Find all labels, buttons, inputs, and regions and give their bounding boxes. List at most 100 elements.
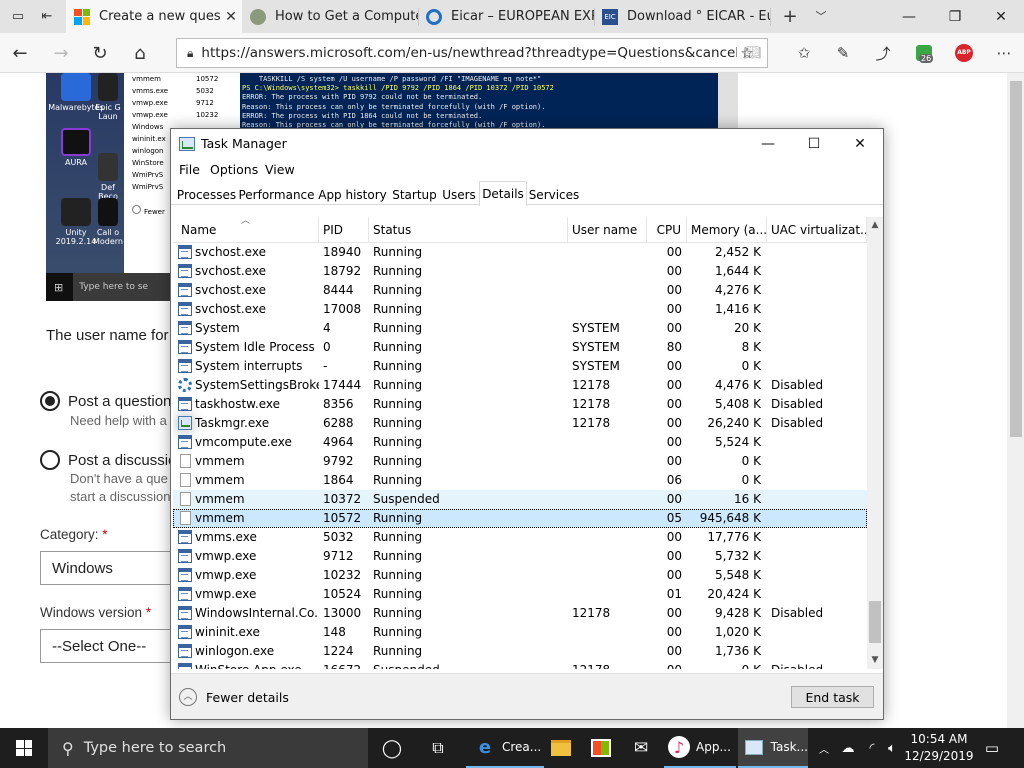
- table-row[interactable]: vmmem 1864 Running 06 0 K: [173, 471, 867, 490]
- restore-tabs-icon[interactable]: ⇤: [38, 7, 56, 25]
- col-name[interactable]: Name: [173, 217, 319, 243]
- tab-app-history[interactable]: App history: [315, 183, 390, 205]
- tab-startup[interactable]: Startup: [390, 183, 439, 205]
- table-row[interactable]: taskhostw.exe 8356 Running 12178 00 5,408 K Di…: [173, 395, 867, 414]
- favorite-star-icon[interactable]: ☆: [736, 42, 758, 64]
- cortana-icon[interactable]: ◯: [370, 728, 414, 768]
- onedrive-icon[interactable]: ☁: [838, 728, 858, 768]
- store-icon[interactable]: [586, 728, 616, 768]
- tab-create-question[interactable]: Create a new questi ✕: [66, 0, 242, 33]
- table-row[interactable]: wininit.exe 148 Running 00 1,020 K: [173, 623, 867, 642]
- table-row[interactable]: svchost.exe 18940 Running 00 2,452 K: [173, 243, 867, 262]
- tab-how-to-get-computer[interactable]: How to Get a Compute: [242, 0, 418, 33]
- scroll-down-icon[interactable]: ▼: [867, 652, 883, 669]
- table-row[interactable]: svchost.exe 8444 Running 00 4,276 K: [173, 281, 867, 300]
- col-memory[interactable]: Memory (a...: [687, 217, 767, 243]
- more-options-icon[interactable]: ⋯: [993, 42, 1015, 64]
- table-row[interactable]: vmmem 10572 Running 05 945,648 K: [173, 509, 867, 528]
- table-row[interactable]: WindowsInternal.Co... 13000 Running 12178 00…: [173, 604, 867, 623]
- taskbar-clock[interactable]: 10:54 AM 12/29/2019: [900, 731, 978, 765]
- back-icon[interactable]: ←: [8, 41, 32, 65]
- tab-users[interactable]: Users: [439, 183, 479, 205]
- table-row[interactable]: vmwp.exe 10524 Running 01 20,424 K: [173, 585, 867, 604]
- col-user-name[interactable]: User name: [568, 217, 647, 243]
- col-pid[interactable]: PID: [319, 217, 369, 243]
- shield-extension-icon[interactable]: 26: [913, 42, 935, 64]
- table-row[interactable]: svchost.exe 17008 Running 00 1,416 K: [173, 300, 867, 319]
- table-row[interactable]: Taskmgr.exe 6288 Running 12178 00 26,240 K Dis…: [173, 414, 867, 433]
- forward-icon[interactable]: →: [49, 41, 73, 65]
- table-row[interactable]: vmwp.exe 10232 Running 00 5,548 K: [173, 566, 867, 585]
- table-row[interactable]: SystemSettingsBroke... 17444 Running 12178 0…: [173, 376, 867, 395]
- taskbar-app-edge[interactable]: e Crea...: [466, 728, 544, 768]
- cell-name: vmms.exe: [195, 530, 257, 544]
- table-row[interactable]: winlogon.exe 1224 Running 00 1,736 K: [173, 642, 867, 661]
- menu-file[interactable]: File: [179, 162, 200, 177]
- table-row[interactable]: vmcompute.exe 4964 Running 00 5,524 K: [173, 433, 867, 452]
- refresh-icon[interactable]: ↻: [88, 41, 112, 65]
- process-list-scroll-thumb[interactable]: [869, 601, 881, 643]
- table-row[interactable]: System Idle Process 0 Running SYSTEM 80 8 K: [173, 338, 867, 357]
- col-status[interactable]: Status: [369, 217, 568, 243]
- tab-processes[interactable]: Processes: [175, 183, 238, 205]
- set-aside-tabs-icon[interactable]: ▭: [9, 7, 27, 25]
- tm-maximize-icon[interactable]: ☐: [791, 129, 837, 159]
- tm-minimize-icon[interactable]: —: [745, 129, 791, 159]
- cell-name: System Idle Process: [195, 340, 315, 354]
- process-list-scrollbar[interactable]: ▲ ▼: [867, 217, 883, 669]
- start-button[interactable]: [0, 728, 48, 768]
- tab-eicar[interactable]: Eicar – EUROPEAN EXPE: [418, 0, 594, 33]
- table-row[interactable]: WinStore.App.exe 16672 Suspended 1217800 0 K…: [173, 661, 867, 669]
- cell-name: vmwp.exe: [195, 587, 257, 601]
- page-scroll-thumb[interactable]: [1010, 81, 1022, 437]
- taskbar-app-task-manager[interactable]: Task...: [738, 728, 808, 768]
- menu-options[interactable]: Options: [210, 162, 258, 177]
- show-hidden-icons-icon[interactable]: ︿: [814, 728, 834, 768]
- post-discussion-radio[interactable]: [40, 450, 60, 470]
- tab-performance[interactable]: Performance: [238, 183, 315, 205]
- close-window-icon[interactable]: ✕: [978, 0, 1024, 33]
- col-cpu[interactable]: CPU: [647, 217, 687, 243]
- adblock-icon[interactable]: ABP: [953, 42, 975, 64]
- tab-details[interactable]: Details: [479, 181, 527, 206]
- file-explorer-icon[interactable]: [546, 728, 576, 768]
- col-uac[interactable]: UAC virtualizat...: [767, 217, 867, 243]
- pen-icon[interactable]: ✎: [832, 42, 854, 64]
- tab-preview-chevron-icon[interactable]: ﹀: [812, 7, 830, 25]
- task-view-icon[interactable]: ⧉: [416, 728, 460, 768]
- wifi-icon[interactable]: ◜: [862, 728, 882, 768]
- favorites-hub-icon[interactable]: ✩: [793, 42, 815, 64]
- page-scrollbar[interactable]: [1007, 73, 1024, 728]
- table-row[interactable]: vmwp.exe 9712 Running 00 5,732 K: [173, 547, 867, 566]
- maximize-icon[interactable]: ❐: [932, 0, 978, 33]
- cell-pid: 5032: [323, 530, 354, 544]
- fewer-details-button[interactable]: ︿ Fewer details: [179, 688, 289, 706]
- mail-icon[interactable]: ✉: [626, 728, 656, 768]
- taskbar-app-music[interactable]: ♪ App...: [664, 728, 736, 768]
- end-task-button[interactable]: End task: [791, 686, 874, 708]
- action-center-icon[interactable]: ▭: [980, 728, 1004, 768]
- menu-view[interactable]: View: [265, 162, 295, 177]
- volume-icon[interactable]: 🔈︎: [882, 728, 902, 768]
- table-row[interactable]: System 4 Running SYSTEM 00 20 K: [173, 319, 867, 338]
- table-row[interactable]: vmms.exe 5032 Running 00 17,776 K: [173, 528, 867, 547]
- close-tab-icon[interactable]: ✕: [220, 9, 242, 25]
- cell-user: SYSTEM: [572, 340, 620, 354]
- tab-services[interactable]: Services: [527, 183, 581, 205]
- share-icon[interactable]: ⤴: [872, 42, 894, 64]
- minimize-icon[interactable]: —: [886, 0, 932, 33]
- tab-download-eicar[interactable]: EIC Download ° EICAR - Eur: [594, 0, 770, 33]
- table-row[interactable]: System interrupts - Running SYSTEM 00 0 K: [173, 357, 867, 376]
- taskbar-search[interactable]: ⚲ Type here to search: [48, 728, 368, 768]
- home-icon[interactable]: ⌂: [128, 41, 152, 65]
- address-field[interactable]: 🔒︎ https://answers.microsoft.com/en-us/n…: [176, 38, 768, 68]
- post-question-radio[interactable]: [40, 391, 60, 411]
- task-manager-titlebar[interactable]: Task Manager — ☐ ✕: [171, 129, 883, 159]
- table-row[interactable]: vmmem 10372 Suspended 00 16 K: [173, 490, 867, 509]
- table-row[interactable]: svchost.exe 18792 Running 00 1,644 K: [173, 262, 867, 281]
- windows-version-label: Windows version *: [40, 605, 152, 620]
- table-row[interactable]: vmmem 9792 Running 00 0 K: [173, 452, 867, 471]
- new-tab-icon[interactable]: +: [781, 6, 799, 27]
- scroll-up-icon[interactable]: ▲: [867, 217, 883, 234]
- tm-close-icon[interactable]: ✕: [837, 129, 883, 159]
